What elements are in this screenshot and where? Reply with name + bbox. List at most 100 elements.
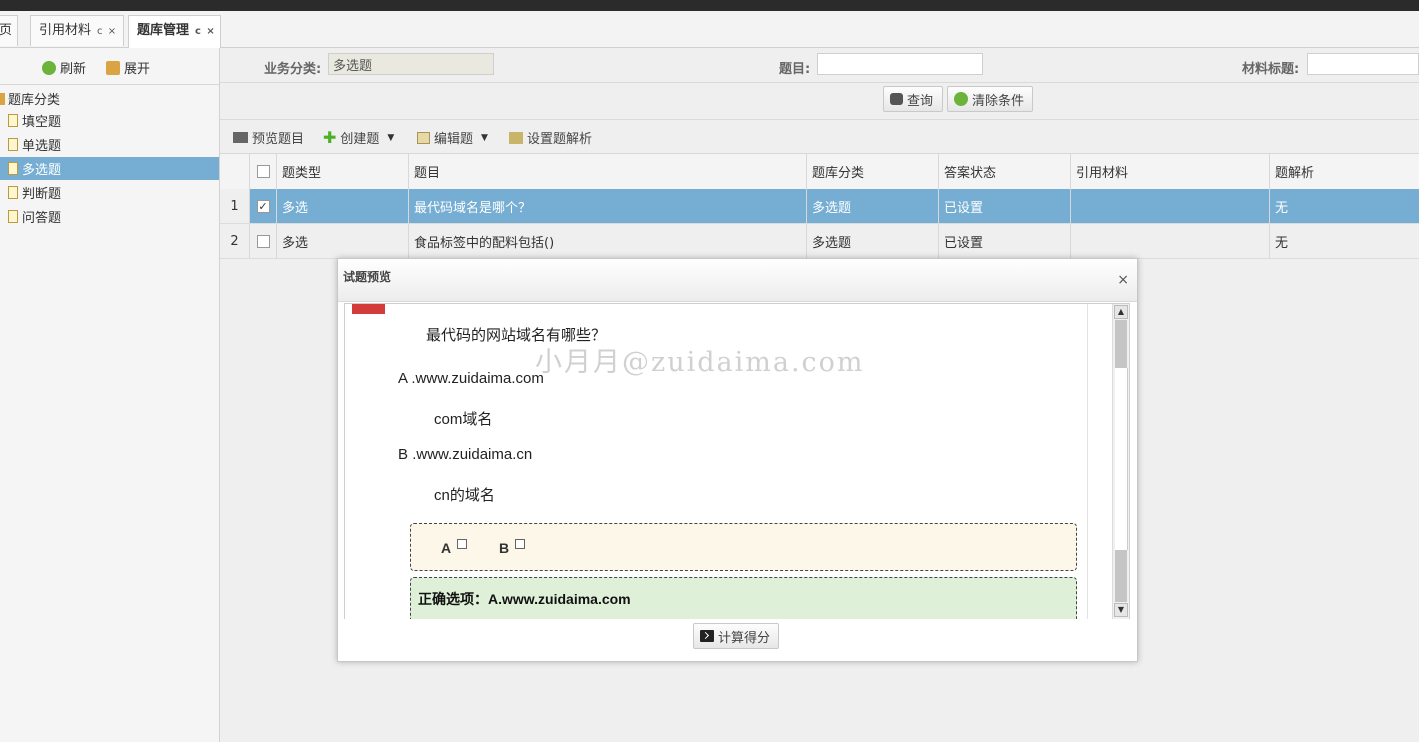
chevron-down-icon: ▼ (481, 132, 488, 143)
refresh-icon (42, 60, 56, 75)
query-button[interactable]: 查询 (883, 86, 943, 112)
tab-strip: 页 引用材料 c × 题库管理 c × (0, 11, 1419, 48)
refresh-button[interactable]: 刷新 (42, 58, 86, 77)
preview-label: 预览题目 (252, 132, 305, 147)
column-header[interactable]: 题目 (409, 154, 807, 189)
category-label: 业务分类: (264, 62, 322, 77)
answer-choice-label: A (441, 540, 452, 556)
set-analysis-button[interactable]: 设置题解析 (509, 128, 592, 147)
correct-answer-box: 正确选项：A.www.zuidaima.com (410, 577, 1077, 620)
dialog-footer: 计算得分 (338, 619, 1137, 660)
sidebar-item-label: 问答题 (22, 211, 62, 226)
create-question-button[interactable]: ✚ 创建题 ▼ (323, 128, 394, 147)
row-number: 1 (220, 189, 250, 223)
category-field[interactable] (328, 53, 494, 75)
row-checkbox[interactable] (256, 234, 270, 248)
cell-analysis: 无 (1275, 200, 1289, 216)
sidebar-item-multi-choice[interactable]: 多选题 (0, 157, 219, 180)
query-row: 查询 清除条件 (220, 83, 1419, 120)
answer-checkbox[interactable] (515, 539, 526, 549)
dialog-scrollbar[interactable]: ▲ ▼ (1112, 304, 1129, 620)
column-header[interactable]: 题库分类 (807, 154, 939, 189)
tab-question-bank[interactable]: 题库管理 c × (128, 15, 221, 48)
tab-label: 页 (0, 23, 13, 38)
scroll-track-upper[interactable] (1115, 320, 1127, 368)
book-icon (509, 131, 523, 144)
scroll-thumb[interactable] (1115, 368, 1128, 550)
answer-choice-b[interactable]: B (499, 539, 526, 556)
document-icon (8, 114, 18, 127)
row-select-cell (250, 224, 277, 258)
tab-label: 引用材料 (39, 23, 92, 38)
sidebar-item-qa[interactable]: 问答题 (0, 205, 219, 228)
option-a-desc: com域名 (434, 411, 493, 428)
folder-icon (0, 92, 5, 105)
cell-status: 已设置 (939, 189, 1071, 223)
answer-choice-a[interactable]: A (441, 539, 468, 556)
watermark: 小月月@zuidaima.com (535, 347, 865, 378)
scroll-track-lower[interactable] (1115, 550, 1127, 602)
close-icon[interactable]: × (1117, 272, 1129, 288)
column-header[interactable]: 题类型 (277, 154, 409, 189)
sidebar-item-label: 判断题 (22, 187, 62, 202)
expand-label: 展开 (124, 62, 151, 77)
cell-analysis: 无 (1275, 235, 1289, 251)
tab-home[interactable]: 页 (0, 15, 18, 46)
analysis-label: 设置题解析 (527, 132, 593, 147)
dialog-title: 试题预览 (343, 270, 392, 284)
window-top-bar (0, 0, 1419, 11)
answer-box: A B (410, 523, 1077, 571)
expand-button[interactable]: 展开 (106, 58, 150, 77)
row-checkbox[interactable]: ✓ (256, 199, 270, 213)
column-header[interactable]: 引用材料 (1071, 154, 1270, 189)
scroll-up-icon[interactable]: ▲ (1114, 305, 1128, 319)
cell-title: 最代码域名是哪个？ (409, 189, 807, 223)
column-header[interactable]: 题解析 (1270, 154, 1419, 189)
dialog-header: 试题预览 × (338, 259, 1137, 302)
option-key: B (398, 446, 409, 463)
option-b-desc: cn的域名 (434, 487, 495, 504)
dialog-body: 最代码的网站域名有哪些？ 小月月@zuidaima.com A .www.zui… (344, 303, 1130, 621)
tab-controls[interactable]: c × (97, 26, 117, 37)
column-header[interactable]: 答案状态 (939, 154, 1071, 189)
answer-choice-label: B (499, 540, 510, 556)
title-field[interactable] (817, 53, 983, 75)
edit-question-button[interactable]: 编辑题 ▼ (417, 128, 488, 147)
sidebar-item-fill-blank[interactable]: 填空题 (0, 109, 219, 132)
sidebar-item-label: 多选题 (22, 163, 62, 178)
tree-expand-icon (106, 60, 120, 75)
edit-label: 编辑题 (434, 132, 474, 147)
preview-question-button[interactable]: 预览题目 (233, 128, 304, 147)
refresh-label: 刷新 (60, 62, 87, 77)
grid-toolbar: 预览题目 ✚ 创建题 ▼ 编辑题 ▼ 设置题解析 (220, 120, 1419, 154)
sidebar-item-single-choice[interactable]: 单选题 (0, 133, 219, 156)
cell-category: 多选题 (807, 189, 939, 223)
cell-title: 食品标签中的配料包括() (409, 224, 807, 258)
document-icon (8, 210, 18, 223)
tree-root[interactable]: 题库分类 (0, 89, 60, 108)
sidebar-item-true-false[interactable]: 判断题 (0, 181, 219, 204)
select-all-checkbox[interactable] (256, 165, 270, 178)
sidebar-toolbar: 刷新 展开 (0, 48, 219, 85)
material-title-field[interactable] (1307, 53, 1419, 75)
table-row[interactable]: 1 ✓ 多选 最代码域名是哪个？ 多选题 已设置 无 (220, 189, 1419, 224)
question-preview-dialog: 试题预览 × 最代码的网站域名有哪些？ 小月月@zuidaima.com A .… (337, 258, 1138, 662)
tab-materials[interactable]: 引用材料 c × (30, 15, 124, 46)
grid-header: 题类型 题目 题库分类 答案状态 引用材料 题解析 (220, 154, 1419, 190)
keyboard-icon (233, 132, 248, 143)
table-row[interactable]: 2 多选 食品标签中的配料包括() 多选题 已设置 无 (220, 224, 1419, 259)
scroll-down-icon[interactable]: ▼ (1114, 603, 1128, 617)
tab-label: 题库管理 (137, 23, 190, 38)
clear-conditions-button[interactable]: 清除条件 (947, 86, 1033, 112)
correct-answer-text: 正确选项：A.www.zuidaima.com (418, 591, 631, 607)
plus-icon: ✚ (323, 127, 337, 147)
tree-root-label: 题库分类 (8, 93, 61, 108)
cell-status: 已设置 (939, 224, 1071, 258)
query-label: 查询 (907, 93, 934, 109)
row-number: 2 (220, 224, 250, 258)
tab-controls[interactable]: c × (195, 26, 216, 37)
compute-score-button[interactable]: 计算得分 (693, 623, 779, 649)
option-key: A (398, 370, 408, 387)
sidebar-item-label: 单选题 (22, 139, 62, 154)
answer-checkbox[interactable] (457, 539, 468, 549)
